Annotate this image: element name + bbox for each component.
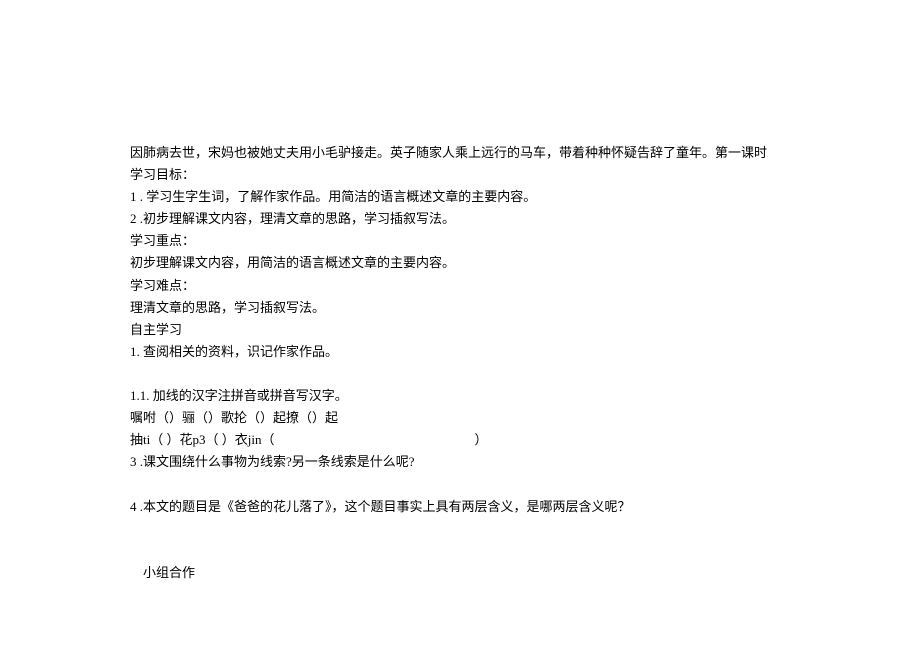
study-difficulty-heading: 学习难点： bbox=[130, 275, 790, 297]
goal-item-1: 1 . 学习生字生词，了解作家作品。用简洁的语言概述文章的主要内容。 bbox=[130, 186, 790, 208]
study-difficulty-content: 理清文章的思路，学习插叙写法。 bbox=[130, 297, 790, 319]
study-goals-heading: 学习目标： bbox=[130, 164, 790, 186]
question-3: 3 .课文围绕什么事物为线索?另一条线索是什么呢? bbox=[130, 451, 790, 473]
goal-item-2: 2 .初步理解课文内容，理清文章的思路，学习插叙写法。 bbox=[130, 208, 790, 230]
blank-line bbox=[130, 540, 790, 562]
paragraph-line-1: 因肺病去世，宋妈也被她丈夫用小毛驴接走。英子随家人乘上远行的马车，带着种种怀疑告… bbox=[130, 142, 790, 164]
blank-line bbox=[130, 518, 790, 540]
exercise-1-1: 1.1. 加线的汉字注拼音或拼音写汉字。 bbox=[130, 385, 790, 407]
self-study-item-1: 1. 查阅相关的资料，识记作家作品。 bbox=[130, 341, 790, 363]
group-work-heading: 小组合作 bbox=[130, 562, 790, 584]
blank-line bbox=[130, 473, 790, 495]
pinyin-exercise-line-1: 嘱咐（）骊（）歌抡（）起撩（）起 bbox=[130, 407, 790, 429]
pinyin-part-b: ） bbox=[474, 432, 487, 447]
pinyin-exercise-line-2: 抽ti（ ）花p3（ ）衣jin（ ） bbox=[130, 429, 790, 451]
self-study-heading: 自主学习 bbox=[130, 319, 790, 341]
study-focus-content: 初步理解课文内容，用简洁的语言概述文章的主要内容。 bbox=[130, 252, 790, 274]
pinyin-part-a: 抽ti（ ）花p3（ ）衣jin（ bbox=[130, 432, 274, 447]
blank-line bbox=[130, 363, 790, 385]
study-focus-heading: 学习重点： bbox=[130, 230, 790, 252]
question-4: 4 .本文的题目是《爸爸的花儿落了》，这个题目事实上具有两层含义，是哪两层含义呢… bbox=[130, 496, 790, 518]
